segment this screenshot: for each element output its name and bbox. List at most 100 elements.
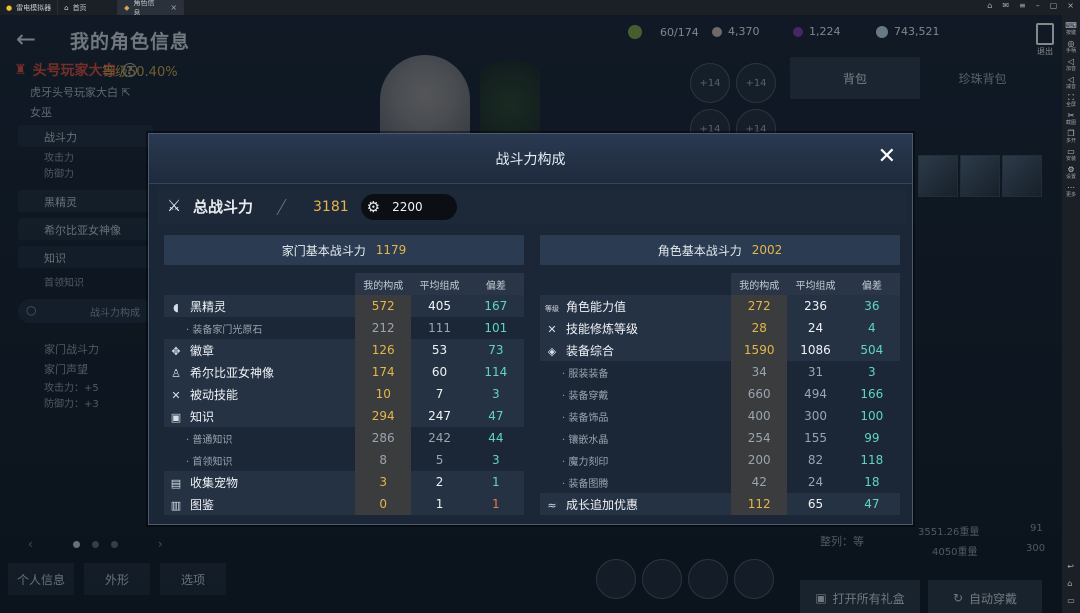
menu-icon[interactable]: ≡ <box>1019 1 1026 10</box>
row-name: · 装备家门光原石 <box>164 317 355 339</box>
emulator-tab-bar: ● 雷电模拟器 ⌂ 首页 ◆ 角色信息 × ⌂ ✉ ≡ – ▢ × <box>0 0 1080 17</box>
row-name: ≈ 成长追加优惠 <box>540 493 732 515</box>
family-combat-section: 家门基本战斗力 1179 我的构成 平均组成 偏差 ◖ 黑精灵 572 405 167 · … <box>164 235 524 515</box>
cell-diff: 3 <box>868 365 876 379</box>
row-name: ✕ 技能修炼等级 <box>540 317 732 339</box>
minimize-icon[interactable]: – <box>1036 1 1040 10</box>
cell-avg: 155 <box>804 431 827 445</box>
maximize-icon[interactable]: ▢ <box>1050 1 1058 10</box>
sidebar-item-settings[interactable]: ⚙ 设置 <box>1066 165 1076 180</box>
row-label: · 装备家门光原石 <box>186 324 263 336</box>
row-name: ♙ 希尔比亚女神像 <box>164 361 356 383</box>
table-row: ▤ 收集宠物 3 2 1 <box>164 471 524 493</box>
row-label: 希尔比亚女神像 <box>190 365 275 380</box>
cell-diff: 36 <box>843 295 900 317</box>
back-nav-icon[interactable]: ↩ <box>1067 562 1075 571</box>
sidebar-item-more[interactable]: ⋯ 更多 <box>1066 183 1076 198</box>
cell-diff: 1 <box>467 493 524 515</box>
row-label: · 装备饰品 <box>562 412 609 424</box>
row-label: 成长追加优惠 <box>566 497 639 512</box>
multi-icon: ❐ <box>1067 129 1075 138</box>
row-name: 等级 角色能力值 <box>540 295 732 317</box>
cell-diff: 3 <box>467 383 524 405</box>
sidebar-item-multi[interactable]: ❐ 多开 <box>1066 129 1076 144</box>
table-row: · 服装装备 34 31 3 <box>540 361 900 383</box>
equipment-icon: ◈ <box>547 344 557 358</box>
skill-icon: ✕ <box>171 388 181 402</box>
sidebar-item-install[interactable]: ▭ 安装 <box>1066 147 1076 162</box>
window-controls: ⌂ ✉ ≡ – ▢ × <box>987 1 1074 10</box>
cell-avg: 65 <box>787 493 844 515</box>
sidebar-item-screenshot[interactable]: ✂ 截图 <box>1066 111 1076 126</box>
section-title: 角色基本战斗力 <box>657 243 742 258</box>
table-row: · 装备饰品 400 300 100 <box>540 405 900 427</box>
sidebar-item-fullscreen[interactable]: ⛶ 全屏 <box>1066 93 1076 108</box>
sidebar-item-label: 减音 <box>1065 84 1076 90</box>
keyboard-icon: ⌨ <box>1065 21 1077 30</box>
cell-mine: 212 <box>355 317 412 339</box>
cell-avg: 7 <box>411 383 468 405</box>
gear-icon: ⚙ <box>366 197 381 216</box>
table-row: ✕ 技能修炼等级 28 24 4 <box>540 317 900 339</box>
codex-icon: ▥ <box>170 498 182 512</box>
cell-mine: 294 <box>355 405 412 427</box>
total-combat-label: 总战斗力 <box>193 198 254 216</box>
cell-avg: 494 <box>804 387 827 401</box>
sidebar-item-label: 更多 <box>1065 192 1076 198</box>
cell-mine: 174 <box>355 361 412 383</box>
sidebar-item-gamepad[interactable]: ◎ 手柄 <box>1066 39 1076 54</box>
cell-diff: 4 <box>843 317 900 339</box>
row-name: · 镶嵌水晶 <box>540 427 731 449</box>
sidebar-item-keyboard[interactable]: ⌨ 按键 <box>1065 21 1077 36</box>
row-label: · 魔力刻印 <box>562 456 609 468</box>
cell-avg: 53 <box>411 339 468 361</box>
mail-icon[interactable]: ✉ <box>1002 1 1009 10</box>
cell-diff: 47 <box>467 405 524 427</box>
gear-score-badge: ⚙ 2200 <box>360 193 457 220</box>
recent-nav-icon[interactable]: ▭ <box>1067 596 1075 605</box>
cell-avg: 236 <box>787 295 844 317</box>
row-label: 被动技能 <box>190 387 239 402</box>
sidebar-item-volume-down[interactable]: ◁ 减音 <box>1066 75 1076 90</box>
sidebar-item-volume-up[interactable]: ◁ 加音 <box>1066 57 1076 72</box>
close-window-icon[interactable]: × <box>1067 1 1074 10</box>
cell-mine: 254 <box>731 427 788 449</box>
column-header-mine: 我的构成 <box>355 273 412 295</box>
cell-diff: 118 <box>860 453 884 467</box>
table-row: · 普通知识 286 242 44 <box>164 427 524 449</box>
cell-diff: 47 <box>843 493 900 515</box>
cell-mine: 200 <box>731 449 788 471</box>
tab-emulator[interactable]: ● 雷电模拟器 <box>0 0 59 15</box>
emulator-sidebar: ⌨ 按键 ◎ 手柄 ◁ 加音 ◁ 减音 ⛶ 全屏 ✂ 截图 ❐ 多开 ▭ 安装 ⚙ 设置 ⋯ 更多 … <box>1062 15 1080 613</box>
close-icon[interactable]: ✕ <box>878 146 896 168</box>
black-spirit-icon: ◖ <box>173 300 179 314</box>
row-label: · 装备图腾 <box>562 478 609 490</box>
row-name: · 装备穿戴 <box>540 383 731 405</box>
row-label: · 装备穿戴 <box>562 390 609 402</box>
cell-avg: 2 <box>411 471 468 493</box>
tab-character-info[interactable]: ◆ 角色信息 × <box>118 0 185 17</box>
gamepad-icon[interactable]: ⌂ <box>987 1 992 10</box>
row-name: ▤ 收集宠物 <box>164 471 356 493</box>
column-header-diff: 偏差 <box>843 273 900 295</box>
tab-home[interactable]: ⌂ 首页 <box>58 0 119 15</box>
more-icon: ⋯ <box>1066 183 1075 192</box>
cell-mine: 10 <box>355 383 412 405</box>
goddess-icon: ♙ <box>171 366 181 380</box>
emblem-icon: ✥ <box>171 344 181 358</box>
close-tab-icon[interactable]: × <box>170 3 177 12</box>
dialog-title: 战斗力构成 <box>495 151 566 168</box>
pet-icon: ▤ <box>170 476 182 490</box>
column-header-name <box>540 273 731 295</box>
cell-mine: 28 <box>731 317 788 339</box>
cell-mine: 272 <box>731 295 788 317</box>
table-row: · 魔力刻印 200 82 118 <box>540 449 900 471</box>
emulator-logo-icon: ● <box>6 3 13 12</box>
cell-mine: 8 <box>355 449 412 471</box>
cell-mine: 660 <box>731 383 788 405</box>
cell-mine: 0 <box>355 493 412 515</box>
row-name: ◖ 黑精灵 <box>164 295 356 317</box>
cell-mine: 42 <box>731 471 788 493</box>
row-name: ◈ 装备综合 <box>540 339 732 361</box>
home-nav-icon[interactable]: ⌂ <box>1067 579 1075 588</box>
